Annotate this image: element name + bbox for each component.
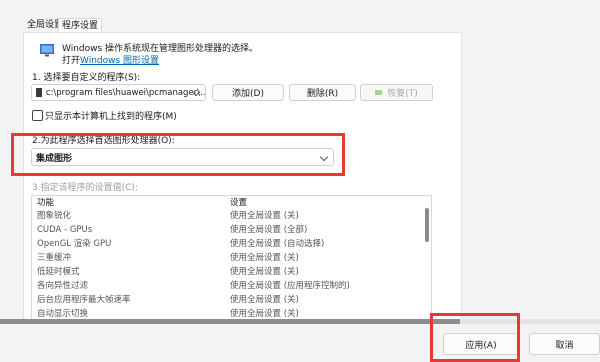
step3-label: 3.指定该程序的设置值(C): (32, 183, 138, 193)
add-button[interactable]: 添加(D) (212, 84, 284, 101)
tab-program-settings[interactable]: 程序设置 (58, 18, 103, 33)
column-header-feature[interactable]: 功能 (37, 197, 54, 211)
windows-graphics-settings-link[interactable]: Windows 图形设置 (80, 56, 159, 66)
feature-cell: CUDA - GPUs (37, 225, 93, 235)
feature-cell: OpenGL 渲染 GPU (37, 239, 112, 249)
setting-cell: 使用全局设置 (关) (230, 211, 299, 221)
table-row[interactable]: 低延时模式 使用全局设置 (关) (32, 266, 431, 280)
feature-cell: 图象锐化 (37, 211, 72, 221)
table-row[interactable]: 图象锐化 使用全局设置 (关) (32, 210, 431, 224)
table-header: 功能 设置 (32, 197, 431, 211)
step1-label: 1. 选择要自定义的程序(S): (32, 73, 141, 83)
setting-cell: 使用全局设置 (关) (230, 267, 299, 277)
cancel-button[interactable]: 取消 (529, 333, 600, 355)
restore-icon (375, 90, 383, 95)
info-icon (39, 42, 55, 58)
setting-cell: 使用全局设置 (关) (230, 295, 299, 305)
feature-cell: 后台应用程序最大帧速率 (37, 295, 131, 305)
program-select-value: c:\program files\huawei\pcmanager\... (45, 87, 205, 98)
highlight-box-apply (430, 313, 520, 362)
restore-label: 恢复(T) (387, 89, 418, 99)
program-select[interactable]: c:\program files\huawei\pcmanager\... (31, 84, 206, 101)
table-row[interactable]: 后台应用程序最大帧速率 使用全局设置 (关) (32, 294, 431, 308)
horizontal-scrollbar-thumb[interactable] (0, 319, 460, 324)
table-row[interactable]: 各向异性过滤 使用全局设置 (应用程序控制的) (32, 280, 431, 294)
settings-table[interactable]: 功能 设置 图象锐化 使用全局设置 (关) CUDA - GPUs 使用全局设置 (… (31, 195, 432, 320)
show-found-programs-checkbox[interactable] (32, 110, 43, 121)
info-open-line: 打开Windows 图形设置 (62, 53, 159, 66)
setting-cell: 使用全局设置 (自动选择) (230, 239, 325, 249)
table-row[interactable]: OpenGL 渲染 GPU 使用全局设置 (自动选择) (32, 238, 431, 252)
feature-cell: 各向异性过滤 (37, 281, 89, 291)
feature-cell: 低延时模式 (37, 267, 80, 277)
info-open-prefix: 打开 (62, 56, 81, 66)
column-header-setting[interactable]: 设置 (230, 197, 247, 211)
table-row[interactable]: 三重缓冲 使用全局设置 (关) (32, 252, 431, 266)
restore-button[interactable]: 恢复(T) (360, 84, 433, 101)
program-icon (36, 88, 42, 97)
highlight-box-gpu-select (11, 133, 345, 176)
delete-button[interactable]: 删除(R) (289, 84, 356, 101)
table-row[interactable]: CUDA - GPUs 使用全局设置 (全部) (32, 224, 431, 238)
feature-cell: 三重缓冲 (37, 253, 72, 263)
table-scrollbar-thumb[interactable] (425, 208, 429, 242)
setting-cell: 使用全局设置 (关) (230, 253, 299, 263)
setting-cell: 使用全局设置 (应用程序控制的) (230, 281, 350, 291)
setting-cell: 使用全局设置 (全部) (230, 225, 308, 235)
show-found-programs-label[interactable]: 只显示本计算机上找到的程序(M) (45, 109, 177, 122)
